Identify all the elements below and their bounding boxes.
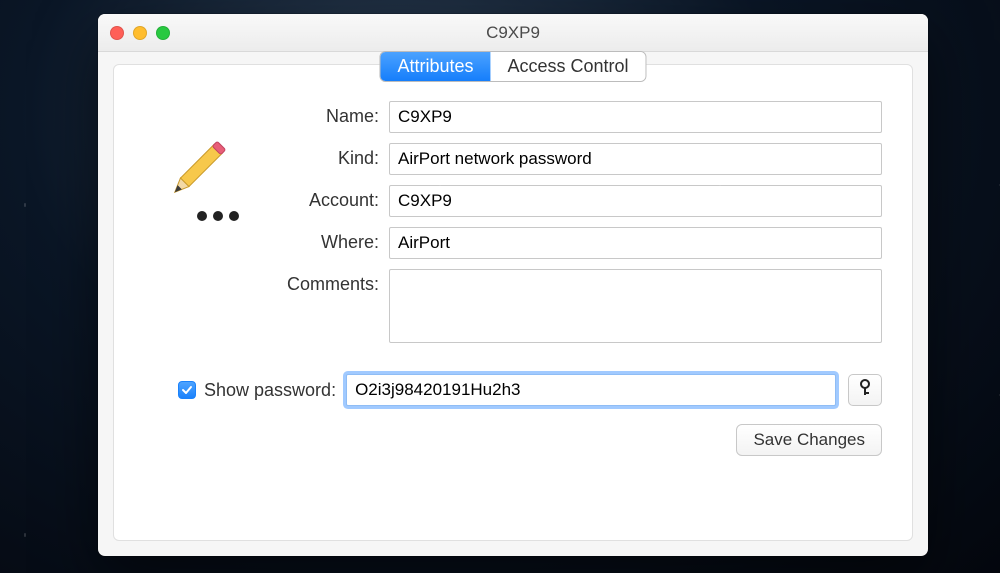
label-where: Where: <box>259 227 389 253</box>
name-field[interactable] <box>389 101 882 133</box>
content-area: Attributes Access Control <box>98 52 928 556</box>
label-name: Name: <box>259 101 389 127</box>
titlebar: C9XP9 <box>98 14 928 52</box>
label-show-password: Show password: <box>204 380 336 401</box>
account-field[interactable] <box>389 185 882 217</box>
maximize-icon[interactable] <box>156 26 170 40</box>
key-button[interactable] <box>848 374 882 406</box>
pencil-icon <box>146 131 246 231</box>
tab-bar: Attributes Access Control <box>379 51 646 82</box>
window-title: C9XP9 <box>98 23 928 43</box>
label-account: Account: <box>259 185 389 211</box>
form: Name: Kind: Account: Where: Comments: <box>259 101 882 348</box>
password-field[interactable] <box>346 374 836 406</box>
close-icon[interactable] <box>110 26 124 40</box>
minimize-icon[interactable] <box>133 26 147 40</box>
main-panel: Attributes Access Control <box>113 64 913 541</box>
key-icon <box>857 379 873 402</box>
tab-access-control[interactable]: Access Control <box>491 52 646 81</box>
traffic-lights <box>110 26 170 40</box>
kind-field[interactable] <box>389 143 882 175</box>
comments-field[interactable] <box>389 269 882 343</box>
keychain-window: C9XP9 Attributes Access Control <box>98 14 928 556</box>
save-changes-button[interactable]: Save Changes <box>736 424 882 456</box>
label-comments: Comments: <box>259 269 389 295</box>
tab-attributes[interactable]: Attributes <box>380 52 490 81</box>
label-kind: Kind: <box>259 143 389 169</box>
where-field[interactable] <box>389 227 882 259</box>
show-password-checkbox[interactable] <box>178 381 196 399</box>
show-password-row: Show password: <box>178 374 882 406</box>
